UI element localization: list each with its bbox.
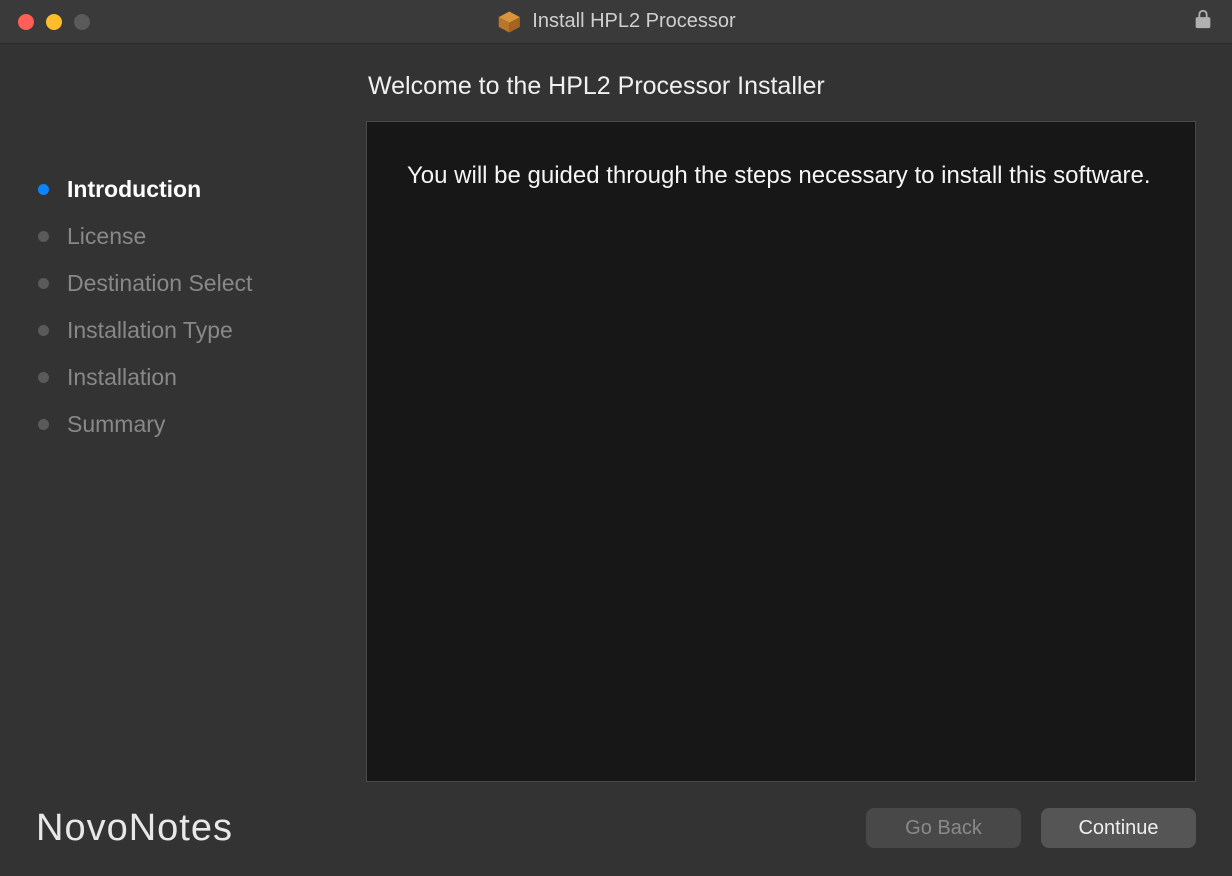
window-title: Install HPL2 Processor — [532, 10, 735, 33]
close-window-button[interactable] — [18, 14, 34, 30]
step-bullet-icon — [38, 325, 49, 336]
step-label: Installation Type — [67, 317, 233, 344]
welcome-text: You will be guided through the steps nec… — [407, 162, 1151, 189]
minimize-window-button[interactable] — [46, 14, 62, 30]
content-box: You will be guided through the steps nec… — [366, 121, 1196, 782]
step-label: Installation — [67, 364, 177, 391]
step-bullet-icon — [38, 184, 49, 195]
step-label: Introduction — [67, 176, 201, 203]
sidebar-step-installation: Installation — [38, 354, 366, 401]
sidebar-step-installation-type: Installation Type — [38, 307, 366, 354]
titlebar: Install HPL2 Processor — [0, 0, 1232, 44]
footer-buttons: Go Back Continue — [866, 808, 1196, 848]
window-title-container: Install HPL2 Processor — [496, 9, 735, 35]
go-back-button: Go Back — [866, 808, 1021, 848]
sidebar-step-license: License — [38, 213, 366, 260]
sidebar-step-destination-select: Destination Select — [38, 260, 366, 307]
sidebar: Introduction License Destination Select … — [36, 44, 366, 782]
content-wrapper: Introduction License Destination Select … — [0, 44, 1232, 876]
page-title: Welcome to the HPL2 Processor Installer — [366, 72, 1196, 101]
sidebar-step-summary: Summary — [38, 401, 366, 448]
package-icon — [496, 9, 522, 35]
lock-icon — [1192, 8, 1214, 35]
main-panel: Welcome to the HPL2 Processor Installer … — [366, 44, 1196, 782]
continue-button[interactable]: Continue — [1041, 808, 1196, 848]
installer-window: Install HPL2 Processor Introduction Lice… — [0, 0, 1232, 876]
sidebar-step-introduction: Introduction — [38, 166, 366, 213]
step-bullet-icon — [38, 419, 49, 430]
step-label: Destination Select — [67, 270, 252, 297]
step-label: Summary — [67, 411, 165, 438]
maximize-window-button — [74, 14, 90, 30]
step-bullet-icon — [38, 231, 49, 242]
step-label: License — [67, 223, 146, 250]
step-bullet-icon — [38, 372, 49, 383]
traffic-lights — [18, 14, 90, 30]
step-bullet-icon — [38, 278, 49, 289]
body-area: Introduction License Destination Select … — [36, 44, 1196, 782]
brand-logo: NovoNotes — [36, 807, 233, 850]
footer: NovoNotes Go Back Continue — [36, 782, 1196, 852]
